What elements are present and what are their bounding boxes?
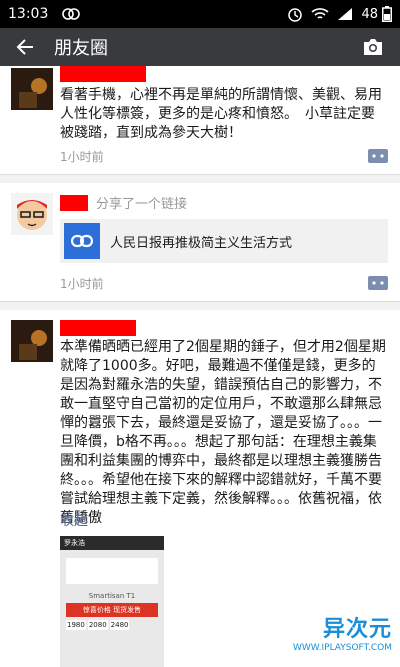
wechat-notification-icon xyxy=(62,7,81,21)
link-icon xyxy=(64,223,100,259)
alarm-icon xyxy=(287,6,303,22)
page-title: 朋友圈 xyxy=(54,38,108,59)
comment-icon[interactable] xyxy=(368,148,388,163)
title-bar: 朋友圈 xyxy=(0,28,400,66)
signal-icon xyxy=(337,7,353,21)
post-time: 1小时前 xyxy=(60,277,104,291)
watermark-logo: 异次元 WWW.IPLAYSOFT.COM xyxy=(293,611,392,653)
avatar[interactable] xyxy=(11,68,53,110)
image-message xyxy=(66,558,158,584)
username-redacted[interactable] xyxy=(60,320,136,336)
image-contact: 罗永浩 xyxy=(64,539,85,547)
image-banner: 惊喜价格 现货发售 xyxy=(66,603,158,617)
status-bar: 13:03 48 xyxy=(0,0,400,28)
battery-level: 48 xyxy=(361,6,378,22)
comment-icon[interactable] xyxy=(368,275,388,290)
moment-post: 看著手機，心裡不再是單純的所謂情懷、美觀、易用人性化等標簽，更多的是心疼和憤怒。… xyxy=(0,66,400,175)
back-arrow-icon[interactable] xyxy=(10,32,40,62)
status-time: 13:03 xyxy=(8,6,49,22)
share-label: 分享了一个链接 xyxy=(96,197,188,212)
battery-icon xyxy=(382,6,392,22)
username-redacted[interactable] xyxy=(60,66,146,82)
post-text: 本準備晒晒已經用了2個星期的錘子，但才用2個星期就降了1000多。好吧，最難過不… xyxy=(60,339,386,526)
image-product: Smartisan T1 xyxy=(88,592,136,600)
link-title: 人民日报再推极简主义生活方式 xyxy=(110,235,293,251)
post-image[interactable]: 罗永浩 Smartisan T1 惊喜价格 现货发售 1980 2080 248… xyxy=(60,536,164,667)
moment-post: 分享了一个链接 人民日报再推极简主义生活方式 1小时前 xyxy=(0,183,400,302)
image-prices: 1980 2080 2480 xyxy=(66,620,158,630)
image-contact-bar: 罗永浩 xyxy=(60,536,164,550)
camera-icon[interactable] xyxy=(356,32,390,62)
post-time: 1小时前 xyxy=(60,150,104,164)
avatar[interactable] xyxy=(11,193,53,235)
wifi-icon xyxy=(311,7,329,21)
image-price: 2080 xyxy=(87,620,108,630)
post-text: 看著手機，心裡不再是單純的所謂情懷、美觀、易用人性化等標簽，更多的是心疼和憤怒。… xyxy=(60,87,382,141)
collapse-link[interactable]: 收起 xyxy=(60,510,88,530)
image-price: 1980 xyxy=(66,620,86,630)
moments-feed[interactable]: 看著手機，心裡不再是單純的所謂情懷、美觀、易用人性化等標簽，更多的是心疼和憤怒。… xyxy=(0,66,400,667)
watermark-main: 异次元 xyxy=(322,617,392,642)
image-price: 2480 xyxy=(109,620,130,630)
watermark-url: WWW.IPLAYSOFT.COM xyxy=(292,643,392,653)
avatar[interactable] xyxy=(11,320,53,362)
username-redacted[interactable] xyxy=(60,195,88,211)
link-card[interactable]: 人民日报再推极简主义生活方式 xyxy=(60,219,388,263)
